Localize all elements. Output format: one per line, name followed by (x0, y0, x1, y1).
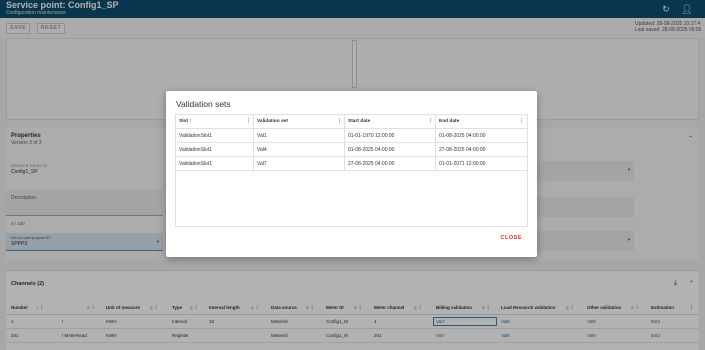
column-label: Slot (179, 119, 189, 124)
column-divider (253, 115, 254, 129)
column-menu-icon[interactable]: ⋮ (337, 118, 342, 124)
slot-cell: ValidationSlot1 (179, 147, 212, 153)
column-divider (435, 115, 436, 129)
dialog-title: Validation sets (176, 99, 231, 109)
close-button[interactable]: CLOSE (501, 235, 522, 241)
table-header: Slot ↑ ⋮ Validation set ⋮ Start date ⋮ E… (176, 115, 527, 129)
start-date-cell: 01-08-2025 04:00:00 (348, 147, 395, 153)
validation-sets-dialog: Validation sets Slot ↑ ⋮ Validation set … (166, 91, 537, 257)
column-divider (344, 143, 345, 157)
column-divider (435, 143, 436, 157)
column-divider (435, 129, 436, 143)
column-menu-icon[interactable]: ⋮ (519, 118, 524, 124)
validation-set-cell: Val7 (257, 161, 267, 167)
validation-set-cell: Val4 (257, 147, 267, 153)
slot-cell: ValidationSlot1 (179, 133, 212, 139)
slot-cell: ValidationSlot1 (179, 161, 212, 167)
column-header-validation-set[interactable]: Validation set (257, 119, 288, 124)
table-row[interactable]: ValidationSlot1 Val7 27-08-2025 04:00:00… (176, 157, 527, 171)
column-header-start-date[interactable]: Start date (348, 119, 370, 124)
column-header-end-date[interactable]: End date (439, 119, 459, 124)
validation-sets-table: Slot ↑ ⋮ Validation set ⋮ Start date ⋮ E… (175, 114, 528, 227)
end-date-cell: 01-08-2025 04:00:00 (439, 133, 486, 139)
column-menu-icon[interactable]: ⋮ (428, 118, 433, 124)
column-menu-icon[interactable]: ⋮ (246, 118, 251, 124)
column-divider (253, 143, 254, 157)
start-date-cell: 01-01-1970 12:00:00 (348, 133, 395, 139)
start-date-cell: 27-08-2025 04:00:00 (348, 161, 395, 167)
end-date-cell: 01-01-2071 12:00:00 (439, 161, 486, 167)
column-divider (344, 157, 345, 171)
column-divider (344, 129, 345, 143)
sort-asc-icon[interactable]: ↑ (189, 119, 191, 124)
column-header-slot[interactable]: Slot ↑ (179, 119, 192, 124)
table-row[interactable]: ValidationSlot1 Val1 01-01-1970 12:00:00… (176, 129, 527, 143)
column-divider (253, 129, 254, 143)
column-divider (435, 157, 436, 171)
end-date-cell: 27-08-2025 04:00:00 (439, 147, 486, 153)
column-divider (344, 115, 345, 129)
table-row[interactable]: ValidationSlot1 Val4 01-08-2025 04:00:00… (176, 143, 527, 157)
column-divider (253, 157, 254, 171)
validation-set-cell: Val1 (257, 133, 267, 139)
